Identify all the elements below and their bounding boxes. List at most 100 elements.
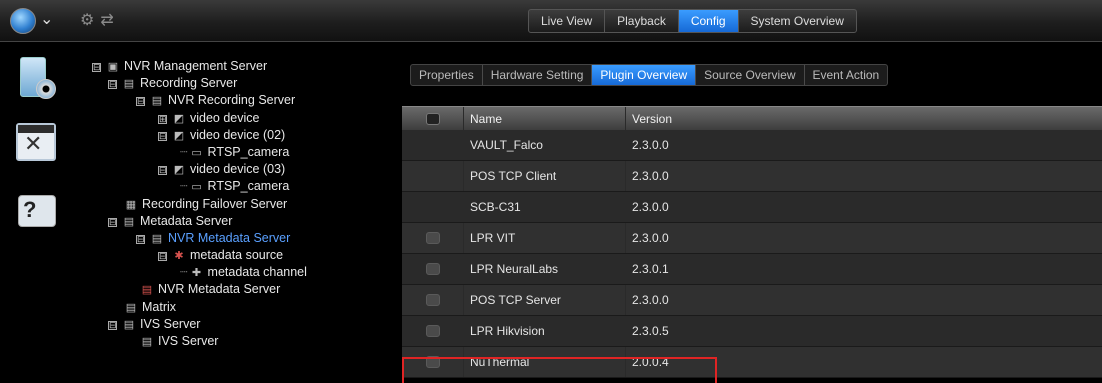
table-row[interactable]: POS TCP Client 2.3.0.0 — [402, 161, 1102, 192]
plugin-version: 2.3.0.0 — [625, 130, 1102, 160]
row-checkbox[interactable] — [426, 294, 440, 306]
plugin-name: POS TCP Server — [463, 285, 625, 315]
plugin-name: LPR VIT — [463, 223, 625, 253]
checkbox-cell — [402, 285, 463, 315]
tab-config[interactable]: Config — [678, 10, 739, 32]
tree-connector: ┈ — [180, 145, 188, 159]
metadata-server-icon: ▤ — [151, 233, 163, 245]
tab-playback[interactable]: Playback — [605, 10, 679, 32]
column-header-name[interactable]: Name — [463, 107, 625, 130]
top-bar: ⌄ ⚙⇄ Live View Playback Config System Ov… — [0, 0, 1102, 42]
checkbox-cell — [402, 316, 463, 346]
table-header: Name Version — [402, 106, 1102, 130]
tree-node-nvr-metadata-server-2[interactable]: ▤ NVR Metadata Server — [140, 281, 280, 298]
table-row[interactable]: LPR Hikvision 2.3.0.5 — [402, 316, 1102, 347]
tree-node-metadata-source[interactable]: ⊟ ✱ metadata source — [158, 247, 283, 264]
plugin-version: 2.3.0.0 — [625, 161, 1102, 191]
tree-node-label: RTSP_camera — [207, 145, 290, 159]
tree-node-matrix[interactable]: ▤ Matrix — [124, 299, 176, 316]
collapse-toggle[interactable]: ⊟ — [108, 321, 117, 330]
collapse-toggle[interactable]: ⊟ — [136, 97, 145, 106]
tab-source-overview[interactable]: Source Overview — [696, 65, 805, 85]
tree-node-label: metadata channel — [207, 265, 307, 279]
tab-plugin-overview[interactable]: Plugin Overview — [592, 65, 697, 85]
collapse-toggle[interactable]: ⊟ — [158, 252, 167, 261]
collapse-toggle[interactable]: ⊟ — [108, 80, 117, 89]
license-help-icon[interactable]: ? — [14, 189, 58, 233]
expand-toggle[interactable]: ⊞ — [158, 115, 167, 124]
tab-hardware-setting[interactable]: Hardware Setting — [483, 65, 593, 85]
checkbox-cell — [402, 130, 463, 160]
tree-node-nvr-management-server[interactable]: ⊟ ▣ NVR Management Server — [92, 58, 267, 75]
plugin-version: 2.0.0.4 — [625, 347, 1102, 377]
tab-event-action[interactable]: Event Action — [805, 65, 888, 85]
row-checkbox[interactable] — [426, 232, 440, 244]
collapse-toggle[interactable]: ⊟ — [136, 235, 145, 244]
row-checkbox[interactable] — [426, 263, 440, 275]
plugin-name: SCB-C31 — [463, 192, 625, 222]
tab-live-view[interactable]: Live View — [529, 10, 606, 32]
row-checkbox[interactable] — [426, 325, 440, 337]
tree-node-video-device-02[interactable]: ⊟ ◩ video device (02) — [158, 127, 285, 144]
globe-icon[interactable] — [10, 8, 36, 34]
tree-node-nvr-metadata-server-selected[interactable]: ⊟ ▤ NVR Metadata Server — [136, 230, 290, 247]
chevron-down-icon[interactable]: ⌄ — [40, 9, 53, 29]
tree-node-nvr-recording-server[interactable]: ⊟ ▤ NVR Recording Server — [136, 92, 295, 109]
tree-node-label: RTSP_camera — [207, 179, 290, 193]
table-row[interactable]: NuThermal 2.0.0.4 — [402, 347, 1102, 378]
plugin-version: 2.3.0.0 — [625, 192, 1102, 222]
camera-icon: ◩ — [173, 130, 185, 142]
plugin-version: 2.3.0.0 — [625, 285, 1102, 315]
tree-node-label: Metadata Server — [140, 214, 233, 228]
tree-node-ivs-server[interactable]: ⊟ ▤ IVS Server — [108, 316, 200, 333]
metadata-server-icon: ▤ — [141, 284, 153, 296]
select-all-checkbox[interactable] — [426, 112, 440, 125]
tree-node-recording-server[interactable]: ⊟ ▤ Recording Server — [108, 75, 237, 92]
metadata-source-icon: ✱ — [174, 250, 184, 262]
tree-node-video-device[interactable]: ⊞ ◩ video device — [158, 110, 260, 127]
table-row[interactable]: LPR NeuralLabs 2.3.0.1 — [402, 254, 1102, 285]
table-row[interactable]: SCB-C31 2.3.0.0 — [402, 192, 1102, 223]
tree-node-video-device-03[interactable]: ⊟ ◩ video device (03) — [158, 161, 285, 178]
tree-node-label: video device — [190, 111, 260, 125]
checkbox-cell — [402, 254, 463, 284]
metadata-server-icon: ▤ — [123, 216, 135, 228]
header-checkbox-cell — [402, 107, 463, 130]
failover-server-icon: ▦ — [125, 199, 137, 211]
table-row[interactable]: POS TCP Server 2.3.0.0 — [402, 285, 1102, 316]
tree-connector: ┈ — [180, 265, 188, 279]
tree-node-metadata-server[interactable]: ⊟ ▤ Metadata Server — [108, 213, 232, 230]
tab-properties[interactable]: Properties — [411, 65, 483, 85]
tab-system-overview[interactable]: System Overview — [739, 10, 856, 32]
tree-node-label: Matrix — [142, 300, 177, 314]
tree-node-label: NVR Metadata Server — [158, 282, 281, 296]
plugin-name: VAULT_Falco — [463, 130, 625, 160]
row-checkbox[interactable] — [426, 356, 440, 368]
tree-node-rtsp-camera-1[interactable]: ┈ ▭ RTSP_camera — [180, 144, 289, 161]
server-icon: ▣ — [107, 61, 119, 73]
collapse-toggle[interactable]: ⊟ — [92, 63, 101, 72]
plugin-table: Name Version VAULT_Falco 2.3.0.0 POS TCP… — [402, 106, 1102, 378]
collapse-toggle[interactable]: ⊟ — [158, 132, 167, 141]
tree-node-label: NVR Recording Server — [168, 93, 296, 107]
tree-node-label: NVR Management Server — [124, 59, 268, 73]
tree-node-label: NVR Metadata Server — [168, 231, 291, 245]
column-header-version[interactable]: Version — [625, 107, 1102, 130]
tree-node-label: video device (03) — [190, 162, 286, 176]
tools-settings-icon[interactable]: ✕ — [14, 121, 58, 165]
server-config-icon[interactable] — [14, 57, 58, 101]
checkbox-cell — [402, 161, 463, 191]
tree-node-label: Recording Server — [140, 76, 238, 90]
tree-node-ivs-server-child[interactable]: ▤ IVS Server — [140, 333, 219, 350]
collapse-toggle[interactable]: ⊟ — [108, 218, 117, 227]
plugin-version: 2.3.0.5 — [625, 316, 1102, 346]
table-row[interactable]: LPR VIT 2.3.0.0 — [402, 223, 1102, 254]
tree-node-label: IVS Server — [158, 334, 219, 348]
tree-node-recording-failover-server[interactable]: ▦ Recording Failover Server — [124, 196, 287, 213]
tree-node-rtsp-camera-2[interactable]: ┈ ▭ RTSP_camera — [180, 178, 289, 195]
table-row[interactable]: VAULT_Falco 2.3.0.0 — [402, 130, 1102, 161]
tree-node-metadata-channel[interactable]: ┈ ✚ metadata channel — [180, 264, 307, 281]
toolbar-icons[interactable]: ⚙⇄ — [80, 10, 120, 30]
tree-connector: ┈ — [180, 179, 188, 193]
collapse-toggle[interactable]: ⊟ — [158, 166, 167, 175]
